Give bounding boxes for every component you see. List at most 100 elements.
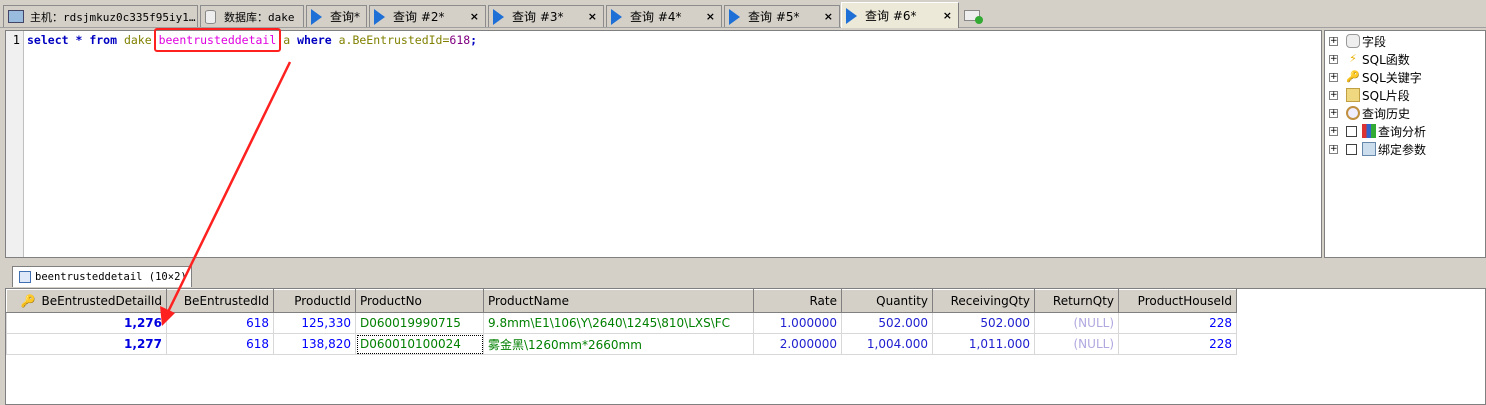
cell[interactable]: (NULL) [1034, 312, 1119, 334]
cell[interactable]: 1,277 [6, 333, 167, 355]
sql-editor[interactable]: 1 select * from dake beentrusteddetail a… [5, 30, 1322, 258]
tab-query-3[interactable]: 查询 #3* × [488, 5, 604, 27]
cell[interactable]: D060010100024 [355, 333, 484, 355]
tab-host[interactable]: 主机：rdsjmkuz0c335f95iy1… [3, 5, 198, 27]
cell[interactable]: 618 [166, 333, 274, 355]
close-icon[interactable]: × [943, 9, 952, 22]
column-header[interactable]: ProductHouseId [1118, 289, 1237, 313]
checkbox[interactable] [1346, 125, 1357, 137]
column-header[interactable]: ProductName [483, 289, 754, 313]
cell[interactable]: 138,820 [273, 333, 356, 355]
tab-label: 数据库：dake [224, 10, 295, 24]
folder-icon [1346, 88, 1360, 102]
column-header[interactable]: ReturnQty [1034, 289, 1119, 313]
new-query-tab-icon[interactable] [964, 10, 983, 24]
server-icon [8, 10, 24, 23]
expand-icon[interactable]: + [1329, 54, 1338, 64]
cell[interactable]: 125,330 [273, 312, 356, 334]
cell[interactable]: (NULL) [1034, 333, 1119, 355]
tab-label: 查询 #2* [393, 10, 445, 24]
tab-label: 查询 #4* [630, 10, 682, 24]
query-tab-bar: 主机：rdsjmkuz0c335f95iy1… 数据库：dake 查询* 查询 … [0, 0, 1486, 28]
cell[interactable]: 1,004.000 [841, 333, 933, 355]
play-icon [846, 7, 857, 24]
close-icon[interactable]: × [824, 10, 833, 23]
tree-item-sql-functions[interactable]: + ⚡ SQL函数 [1329, 50, 1410, 68]
checkbox[interactable] [1346, 143, 1357, 155]
cell[interactable]: 502.000 [841, 312, 933, 334]
chart-icon [1362, 124, 1376, 138]
tree-label: SQL关键字 [1362, 70, 1422, 85]
key-icon: 🔑 [1346, 70, 1360, 83]
column-header[interactable]: Quantity [841, 289, 933, 313]
tree-label: 绑定参数 [1378, 142, 1427, 157]
expand-icon[interactable]: + [1329, 126, 1338, 136]
column-header[interactable]: BeEntrustedId [166, 289, 274, 313]
column-header[interactable]: ReceivingQty [932, 289, 1035, 313]
column-header[interactable]: Rate [753, 289, 842, 313]
tree-label: 查询分析 [1378, 124, 1427, 139]
cell[interactable]: 618 [166, 312, 274, 334]
expand-icon[interactable]: + [1329, 108, 1338, 118]
tab-database[interactable]: 数据库：dake [200, 5, 304, 27]
clock-icon [1346, 106, 1360, 120]
cell[interactable]: 雾金黑\1260mm*2660mm [483, 333, 754, 355]
column-header[interactable]: ProductId [273, 289, 356, 313]
cell[interactable]: 228 [1118, 312, 1237, 334]
tree-item-sql-keywords[interactable]: + 🔑 SQL关键字 [1329, 68, 1422, 86]
tree-item-bind-params[interactable]: + 绑定参数 [1329, 140, 1426, 158]
tree-item-fields[interactable]: + 字段 [1329, 32, 1386, 50]
sql-value: 618 [449, 33, 471, 47]
sql-semicolon: ; [470, 33, 478, 47]
play-icon [611, 8, 622, 25]
expand-icon[interactable]: + [1329, 144, 1338, 154]
cell[interactable]: 1,276 [6, 312, 167, 334]
tree-label: SQL片段 [1362, 88, 1410, 103]
expand-icon[interactable]: + [1329, 36, 1338, 46]
result-tab-label: beentrusteddetail (10×2) [35, 271, 187, 283]
database-icon [205, 9, 216, 24]
tree-item-sql-snippets[interactable]: + SQL片段 [1329, 86, 1410, 104]
result-tab[interactable]: beentrusteddetail (10×2) [12, 266, 192, 287]
close-icon[interactable]: × [706, 10, 715, 23]
annotation-highlight-box [154, 28, 281, 52]
tab-label: 查询* [330, 10, 361, 24]
lightning-icon: ⚡ [1349, 52, 1357, 65]
tab-query-5[interactable]: 查询 #5* × [724, 5, 840, 27]
column-header[interactable]: ProductNo [355, 289, 484, 313]
close-icon[interactable]: × [588, 10, 597, 23]
table-row[interactable]: 1,277 618 138,820 D060010100024 雾金黑\1260… [6, 333, 1237, 355]
cell[interactable]: 228 [1118, 333, 1237, 355]
line-number: 1 [6, 31, 24, 257]
cell[interactable]: 502.000 [932, 312, 1035, 334]
cell[interactable]: 1,011.000 [932, 333, 1035, 355]
expand-icon[interactable]: + [1329, 90, 1338, 100]
tab-query-4[interactable]: 查询 #4* × [606, 5, 722, 27]
table-row[interactable]: 1,276 618 125,330 D060019990715 9.8mm\E1… [6, 312, 1237, 334]
play-icon [311, 8, 322, 25]
tree-item-query-analysis[interactable]: + 查询分析 [1329, 122, 1426, 140]
sql-keyword: where [297, 33, 332, 47]
tree-label: 字段 [1362, 34, 1387, 49]
primary-key-icon: 🔑 [20, 294, 36, 308]
cell[interactable]: 9.8mm\E1\106\Y\2640\1245\810\LXS\FC [483, 312, 754, 334]
result-grid[interactable]: 🔑 BeEntrustedDetailId BeEntrustedId Produ… [5, 288, 1486, 405]
column-header[interactable]: 🔑 BeEntrustedDetailId [6, 289, 167, 313]
tab-query-1[interactable]: 查询* [306, 5, 367, 27]
helper-tree: + 字段 + ⚡ SQL函数 + 🔑 SQL关键字 + SQL片段 + 查询历史 + 查询分析 … [1324, 30, 1486, 258]
play-icon [374, 8, 385, 25]
close-icon[interactable]: × [470, 10, 479, 23]
cell[interactable]: D060019990715 [355, 312, 484, 334]
tree-label: 查询历史 [1362, 106, 1411, 121]
play-icon [729, 8, 740, 25]
tree-label: SQL函数 [1362, 52, 1410, 67]
params-icon [1362, 142, 1376, 156]
cell[interactable]: 2.000000 [753, 333, 842, 355]
expand-icon[interactable]: + [1329, 72, 1338, 82]
tab-query-6[interactable]: 查询 #6* × [841, 2, 959, 28]
sql-star: * [68, 33, 90, 47]
sql-condition: a.BeEntrustedId= [331, 33, 450, 47]
cell[interactable]: 1.000000 [753, 312, 842, 334]
tab-query-2[interactable]: 查询 #2* × [369, 5, 486, 27]
tree-item-query-history[interactable]: + 查询历史 [1329, 104, 1410, 122]
